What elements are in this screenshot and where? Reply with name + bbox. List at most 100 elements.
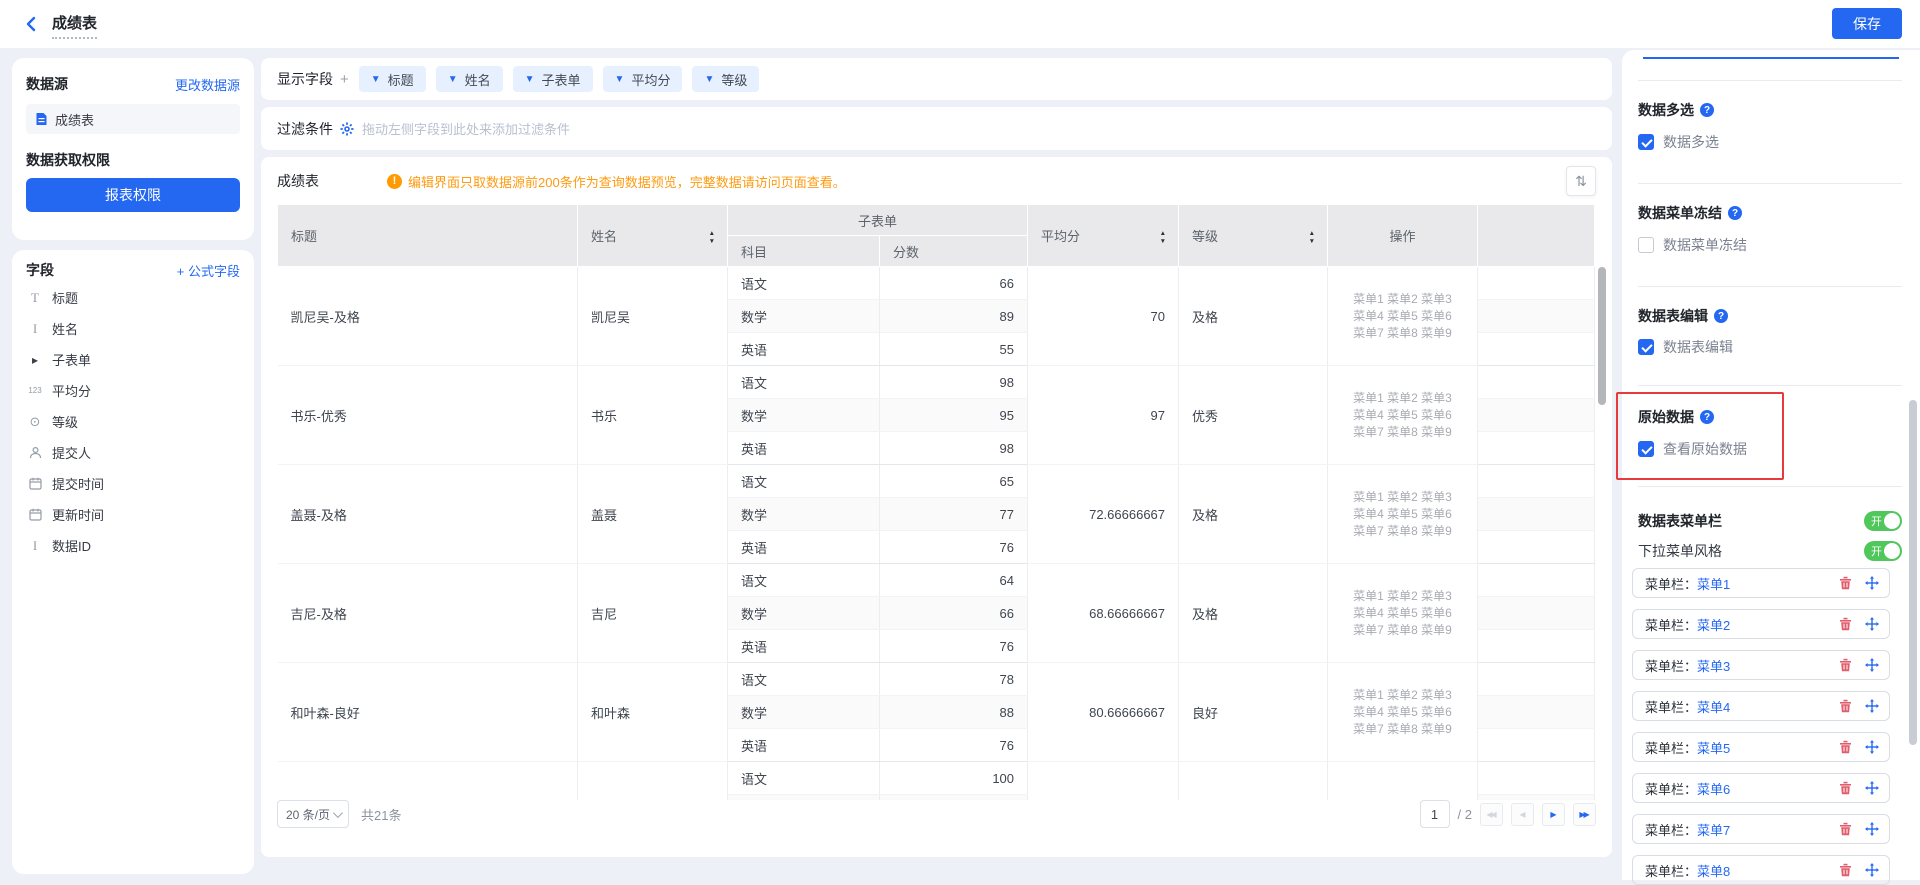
filter-bar[interactable]: 过滤条件 拖动左侧字段到此处来添加过滤条件	[261, 107, 1612, 150]
settings-panel: 数据多选 数据多选 数据菜单冻结 数据菜单冻结 数据表编辑 数据表编辑 原始数据…	[1622, 50, 1920, 880]
menu-item-link[interactable]: 菜单8	[1697, 861, 1730, 880]
action-menu-links[interactable]: 菜单1 菜单2 菜单3	[1334, 390, 1471, 407]
trash-icon[interactable]	[1839, 617, 1852, 631]
plus-icon[interactable]	[340, 71, 349, 88]
subform-expand-icon[interactable]	[26, 353, 44, 367]
field-item-update-time[interactable]: 更新时间	[26, 499, 244, 530]
field-tag-subform[interactable]: 子表单	[513, 66, 593, 92]
move-icon[interactable]	[1865, 617, 1879, 631]
field-item-title[interactable]: 标题	[26, 282, 244, 313]
action-menu-links[interactable]: 菜单7 菜单8 菜单9	[1334, 622, 1471, 639]
trash-icon[interactable]	[1839, 863, 1852, 877]
move-icon[interactable]	[1865, 576, 1879, 590]
field-item-data-id[interactable]: 数据ID	[26, 530, 244, 561]
page-number-input[interactable]: 1	[1420, 800, 1450, 828]
menu-item-link[interactable]: 菜单7	[1697, 820, 1730, 839]
trash-icon[interactable]	[1839, 699, 1852, 713]
action-menu-links[interactable]: 菜单4 菜单5 菜单6	[1334, 506, 1471, 523]
move-icon[interactable]	[1865, 781, 1879, 795]
move-icon[interactable]	[1865, 822, 1879, 836]
menu-item-row[interactable]: 菜单栏： 菜单2	[1632, 609, 1890, 639]
column-header-name[interactable]: 姓名	[578, 205, 728, 267]
save-button[interactable]: 保存	[1832, 8, 1902, 39]
action-menu-links[interactable]: 菜单4 菜单5 菜单6	[1334, 704, 1471, 721]
custom-sort-button[interactable]	[1566, 166, 1596, 196]
move-icon[interactable]	[1865, 699, 1879, 713]
action-menu-links[interactable]: 菜单7 菜单8 菜单9	[1334, 325, 1471, 342]
panel-scrollbar-thumb[interactable]	[1909, 400, 1917, 745]
field-tag-name[interactable]: 姓名	[436, 66, 503, 92]
page-size-select[interactable]: 20 条/页	[277, 800, 349, 828]
field-tag-title[interactable]: 标题	[359, 66, 426, 92]
action-menu-links[interactable]: 菜单1 菜单2 菜单3	[1334, 291, 1471, 308]
field-item-submit-time[interactable]: 提交时间	[26, 468, 244, 499]
action-menu-links[interactable]: 菜单4 菜单5 菜单6	[1334, 407, 1471, 424]
menu-item-row[interactable]: 菜单栏： 菜单3	[1632, 650, 1890, 680]
sort-icon[interactable]	[1309, 228, 1315, 244]
action-menu-links[interactable]: 菜单7 菜单8 菜单9	[1334, 424, 1471, 441]
column-header-title[interactable]: 标题	[278, 205, 578, 267]
field-item-average[interactable]: 平均分	[26, 375, 244, 406]
action-menu-links[interactable]: 菜单4 菜单5 菜单6	[1334, 308, 1471, 325]
table-scrollbar-thumb[interactable]	[1598, 267, 1606, 405]
column-header-average[interactable]: 平均分	[1028, 205, 1179, 267]
trash-icon[interactable]	[1839, 658, 1852, 672]
next-page-button[interactable]	[1542, 803, 1565, 826]
action-menu-links[interactable]: 菜单7 菜单8 菜单9	[1334, 721, 1471, 738]
last-page-button[interactable]	[1573, 803, 1596, 826]
menu-item-row[interactable]: 菜单栏： 菜单5	[1632, 732, 1890, 762]
menu-item-row[interactable]: 菜单栏： 菜单8	[1632, 855, 1890, 885]
action-menu-links[interactable]: 菜单1 菜单2 菜单3	[1334, 588, 1471, 605]
move-icon[interactable]	[1865, 658, 1879, 672]
field-tag-average[interactable]: 平均分	[603, 66, 683, 92]
menu-item-row[interactable]: 菜单栏： 菜单1	[1632, 568, 1890, 598]
sort-icon[interactable]	[709, 228, 715, 244]
sort-icon[interactable]	[1160, 228, 1166, 244]
menu-item-link[interactable]: 菜单2	[1697, 615, 1730, 634]
move-icon[interactable]	[1865, 863, 1879, 877]
field-tag-grade[interactable]: 等级	[692, 66, 759, 92]
menu-item-row[interactable]: 菜单栏： 菜单7	[1632, 814, 1890, 844]
report-permission-button[interactable]: 报表权限	[26, 178, 240, 212]
field-item-submitter[interactable]: 提交人	[26, 437, 244, 468]
move-icon[interactable]	[1865, 740, 1879, 754]
field-item-grade[interactable]: 等级	[26, 406, 244, 437]
toggle-on[interactable]: 开	[1864, 511, 1902, 531]
menu-item-link[interactable]: 菜单5	[1697, 738, 1730, 757]
menu-item-row[interactable]: 菜单栏： 菜单4	[1632, 691, 1890, 721]
prev-page-button[interactable]	[1511, 803, 1534, 826]
field-item-name[interactable]: 姓名	[26, 313, 244, 344]
menu-item-row[interactable]: 菜单栏： 菜单6	[1632, 773, 1890, 803]
menu-item-link[interactable]: 菜单4	[1697, 697, 1730, 716]
multi-select-checkbox[interactable]: 数据多选	[1638, 133, 1719, 151]
menu-item-link[interactable]: 菜单3	[1697, 656, 1730, 675]
field-item-subform[interactable]: 子表单	[26, 344, 244, 375]
checkbox-unchecked-icon[interactable]	[1638, 237, 1654, 253]
change-datasource-link[interactable]: 更改数据源	[175, 75, 240, 94]
add-formula-field-link[interactable]: + 公式字段	[177, 261, 240, 280]
checkbox-checked-icon[interactable]	[1638, 339, 1654, 355]
gear-icon[interactable]	[340, 122, 354, 136]
action-menu-links[interactable]: 菜单1 菜单2 菜单3	[1334, 687, 1471, 704]
page-title[interactable]: 成绩表	[52, 12, 97, 39]
question-circle-icon[interactable]	[1728, 206, 1742, 220]
question-circle-icon[interactable]	[1700, 103, 1714, 117]
menu-freeze-checkbox[interactable]: 数据菜单冻结	[1638, 236, 1747, 254]
trash-icon[interactable]	[1839, 822, 1852, 836]
table-edit-checkbox[interactable]: 数据表编辑	[1638, 338, 1733, 356]
action-menu-links[interactable]: 菜单7 菜单8 菜单9	[1334, 523, 1471, 540]
trash-icon[interactable]	[1839, 576, 1852, 590]
action-menu-links[interactable]: 菜单1 菜单2 菜单3	[1334, 489, 1471, 506]
action-menu-links[interactable]: 菜单4 菜单5 菜单6	[1334, 605, 1471, 622]
datasource-item[interactable]: 成绩表	[26, 104, 240, 134]
menu-item-link[interactable]: 菜单6	[1697, 779, 1730, 798]
question-circle-icon[interactable]	[1714, 309, 1728, 323]
back-icon[interactable]	[22, 14, 42, 34]
trash-icon[interactable]	[1839, 740, 1852, 754]
toggle-on[interactable]: 开	[1864, 541, 1902, 561]
checkbox-checked-icon[interactable]	[1638, 134, 1654, 150]
first-page-button[interactable]	[1480, 803, 1503, 826]
trash-icon[interactable]	[1839, 781, 1852, 795]
menu-item-link[interactable]: 菜单1	[1697, 574, 1730, 593]
column-header-grade[interactable]: 等级	[1179, 205, 1328, 267]
